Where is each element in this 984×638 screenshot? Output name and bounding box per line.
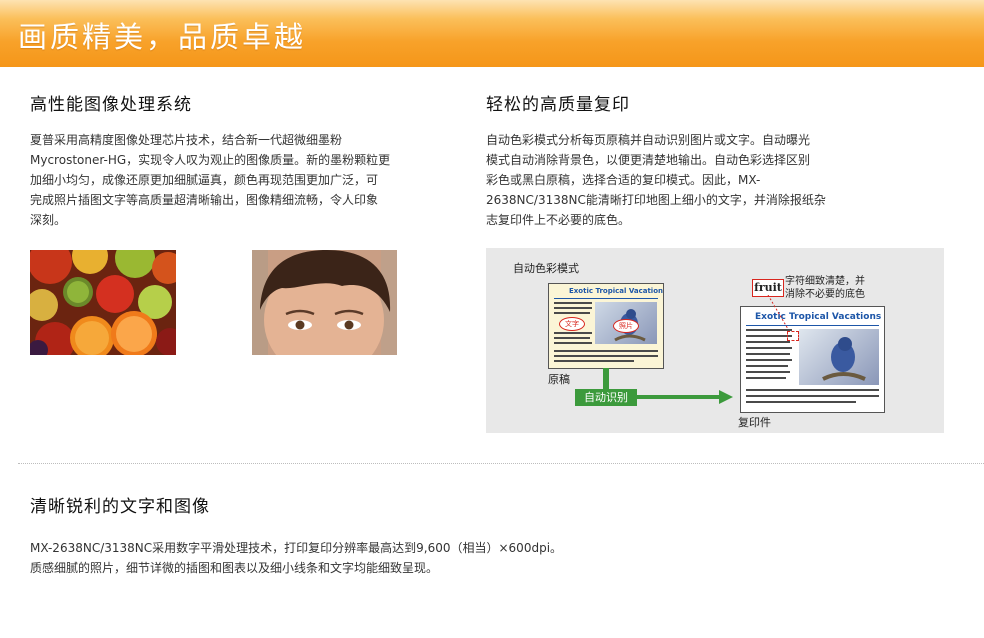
text-region-tag: 文字 [559,317,585,331]
text-line-mark [746,341,790,343]
section-text-sharp-text: MX-2638NC/3138NC采用数字平滑处理技术，打印复印分辨率最高达到9,… [30,538,730,578]
text-line-mark [746,365,788,367]
text-line-mark [746,395,879,397]
text-line: 自动色彩模式分析每页原稿并自动识别图片或文字。自动曝光 [486,133,811,147]
text-line-mark [554,342,592,344]
flow-arrow-shaft [637,395,719,399]
text-line: Mycrostoner-HG，实现令人叹为观止的图像质量。新的墨粉颗粒更 [30,153,391,167]
original-document: Exotic Tropical Vacations 文字 照片 [548,283,664,369]
text-line-mark [554,312,590,314]
text-line-mark [554,355,658,357]
section-text-easy-copy: 自动色彩模式分析每页原稿并自动识别图片或文字。自动曝光 模式自动消除背景色，以便… [486,130,886,230]
callout-text-line: 字符细致清楚，并 [785,276,865,287]
banner: 画质精美，品质卓越 [0,0,984,67]
section-text-image-processing: 夏普采用高精度图像处理芯片技术，结合新一代超微细墨粉 Mycrostoner-H… [30,130,430,230]
auto-color-mode-label: 自动色彩模式 [513,262,579,275]
section-divider [18,463,984,464]
text-line: 质感细腻的照片，细节详微的插图和图表以及细小线条和文字均能细致呈现。 [30,561,439,575]
flow-arrow-head-icon [719,390,733,404]
section-heading-sharp-text: 清晰锐利的文字和图像 [30,497,210,517]
fruits-photo [30,250,176,355]
bird-photo [799,329,879,385]
text-line-mark [746,371,790,373]
text-line: 深刻。 [30,213,67,227]
magnified-word-marker [787,331,799,341]
text-line-mark [554,332,592,334]
original-doc-title: Exotic Tropical Vacations [569,287,664,295]
text-line-mark [746,401,856,403]
callout-text: 字符细致清楚，并 消除不必要的底色 [785,275,865,301]
section-heading-easy-copy: 轻松的高质量复印 [486,95,630,115]
text-line: 加细小均匀，成像还原更加细腻逼真，颜色再现范围更加广泛，可 [30,173,379,187]
section-heading-image-processing: 高性能图像处理系统 [30,95,192,115]
text-line: 彩色或黑白原稿，选择合适的复印模式。因此，MX- [486,173,761,187]
auto-recognize-badge: 自动识别 [575,389,637,406]
text-line-mark [746,377,786,379]
text-line-mark [554,360,634,362]
text-line: MX-2638NC/3138NC采用数字平滑处理技术，打印复印分辨率最高达到9,… [30,541,563,555]
text-line: 志复印件上不必要的底色。 [486,213,631,227]
banner-title: 画质精美，品质卓越 [18,20,307,54]
text-line-mark [746,353,790,355]
callout-text-line: 消除不必要的底色 [785,289,865,300]
doc-title-rule [554,298,658,299]
photo-region-tag: 照片 [613,319,639,333]
copy-document: Exotic Tropical Vacations [740,306,885,413]
text-line-mark [554,307,592,309]
text-line: 模式自动消除背景色，以便更清楚地输出。自动色彩选择区别 [486,153,811,167]
text-line: 完成照片插图文字等高质量超清晰输出，图像精细流畅，令人印象 [30,193,379,207]
text-line: 夏普采用高精度图像处理芯片技术，结合新一代超微细墨粉 [30,133,343,147]
text-line-mark [554,337,590,339]
original-label: 原稿 [548,373,570,386]
boy-face-photo [252,250,397,355]
text-line-mark [746,389,879,391]
text-line-mark [746,347,792,349]
auto-color-mode-diagram: 自动色彩模式 Exotic Tropical Vacations 文字 照片 原… [486,248,944,433]
text-line-mark [746,359,792,361]
text-line-mark [554,302,592,304]
copy-label: 复印件 [738,416,771,429]
text-line-mark [554,350,658,352]
text-line: 2638NC/3138NC能清晰打印地图上细小的文字，并消除报纸杂 [486,193,826,207]
text-line-mark [746,335,792,337]
